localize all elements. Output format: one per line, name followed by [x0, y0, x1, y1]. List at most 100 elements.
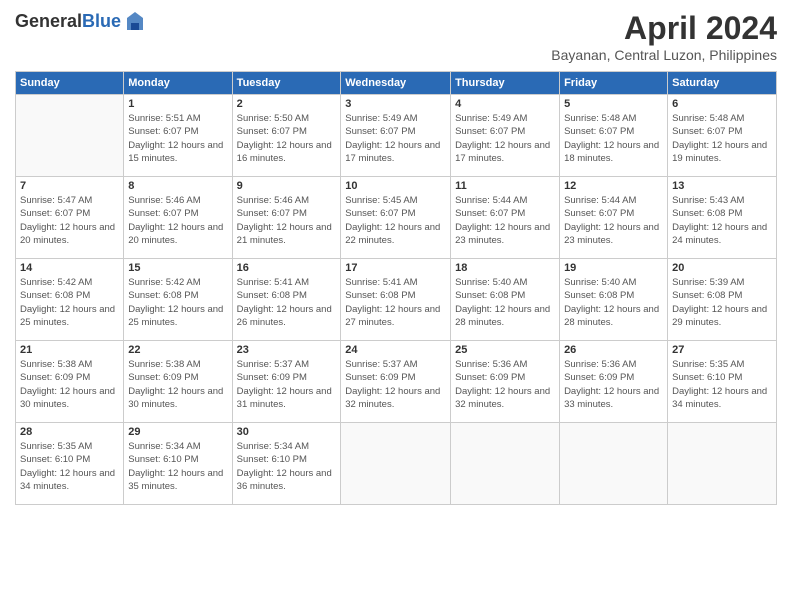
- day-number: 29: [128, 426, 227, 438]
- calendar-cell: 8 Sunrise: 5:46 AMSunset: 6:07 PMDaylight…: [124, 177, 232, 259]
- day-info: Sunrise: 5:37 AMSunset: 6:09 PMDaylight:…: [345, 358, 446, 411]
- calendar-cell: 4Sunrise: 5:49 AMSunset: 6:07 PMDaylight…: [451, 95, 560, 177]
- calendar-table: SundayMondayTuesdayWednesdayThursdayFrid…: [15, 71, 777, 505]
- day-info: Sunrise: 5:36 AMSunset: 6:09 PMDaylight:…: [564, 358, 663, 411]
- day-info: Sunrise: 5:42 AMSunset: 6:08 PMDaylight:…: [20, 276, 119, 329]
- column-header-wednesday: Wednesday: [341, 72, 451, 95]
- calendar-cell: 25 Sunrise: 5:36 AMSunset: 6:09 PMDayligh…: [451, 341, 560, 423]
- calendar-cell: 30 Sunrise: 5:34 AMSunset: 6:10 PMDayligh…: [232, 423, 341, 505]
- day-info: Sunrise: 5:34 AMSunset: 6:10 PMDaylight:…: [237, 440, 337, 493]
- day-number: 8: [128, 180, 227, 192]
- day-number: 17: [345, 262, 446, 274]
- week-row-4: 21 Sunrise: 5:38 AMSunset: 6:09 PMDayligh…: [16, 341, 777, 423]
- column-header-friday: Friday: [560, 72, 668, 95]
- day-info: Sunrise: 5:37 AMSunset: 6:09 PMDaylight:…: [237, 358, 337, 411]
- day-info: Sunrise: 5:38 AMSunset: 6:09 PMDaylight:…: [20, 358, 119, 411]
- calendar-cell: 5 Sunrise: 5:48 AMSunset: 6:07 PMDaylight…: [560, 95, 668, 177]
- day-number: 9: [237, 180, 337, 192]
- day-number: 19: [564, 262, 663, 274]
- calendar-cell: 26 Sunrise: 5:36 AMSunset: 6:09 PMDayligh…: [560, 341, 668, 423]
- column-header-saturday: Saturday: [668, 72, 777, 95]
- column-header-monday: Monday: [124, 72, 232, 95]
- calendar-cell: 15 Sunrise: 5:42 AMSunset: 6:08 PMDayligh…: [124, 259, 232, 341]
- calendar-cell: [451, 423, 560, 505]
- calendar-cell: 7Sunrise: 5:47 AMSunset: 6:07 PMDaylight…: [16, 177, 124, 259]
- day-number: 26: [564, 344, 663, 356]
- day-number: 18: [455, 262, 555, 274]
- day-info: Sunrise: 5:46 AMSunset: 6:07 PMDaylight:…: [128, 194, 227, 247]
- calendar-cell: [668, 423, 777, 505]
- day-number: 13: [672, 180, 772, 192]
- calendar-cell: 29Sunrise: 5:34 AMSunset: 6:10 PMDayligh…: [124, 423, 232, 505]
- calendar-cell: [341, 423, 451, 505]
- calendar-cell: 20Sunrise: 5:39 AMSunset: 6:08 PMDayligh…: [668, 259, 777, 341]
- day-info: Sunrise: 5:39 AMSunset: 6:08 PMDaylight:…: [672, 276, 772, 329]
- calendar-cell: 14 Sunrise: 5:42 AMSunset: 6:08 PMDayligh…: [16, 259, 124, 341]
- day-number: 10: [345, 180, 446, 192]
- day-number: 21: [20, 344, 119, 356]
- day-number: 12: [564, 180, 663, 192]
- page: GeneralBlue April 2024 Bayanan, Central …: [0, 0, 792, 612]
- day-number: 1: [128, 98, 227, 110]
- logo-general: General: [15, 11, 82, 31]
- calendar-cell: 3 Sunrise: 5:49 AMSunset: 6:07 PMDaylight…: [341, 95, 451, 177]
- calendar-cell: 17 Sunrise: 5:41 AMSunset: 6:08 PMDayligh…: [341, 259, 451, 341]
- calendar-cell: 22Sunrise: 5:38 AMSunset: 6:09 PMDayligh…: [124, 341, 232, 423]
- calendar-cell: 9 Sunrise: 5:46 AMSunset: 6:07 PMDaylight…: [232, 177, 341, 259]
- day-number: 28: [20, 426, 119, 438]
- day-info: Sunrise: 5:43 AMSunset: 6:08 PMDaylight:…: [672, 194, 772, 247]
- logo-text: GeneralBlue: [15, 12, 121, 32]
- day-info: Sunrise: 5:51 AMSunset: 6:07 PMDaylight:…: [128, 112, 227, 165]
- day-info: Sunrise: 5:45 AMSunset: 6:07 PMDaylight:…: [345, 194, 446, 247]
- day-number: 30: [237, 426, 337, 438]
- day-number: 2: [237, 98, 337, 110]
- calendar-cell: 13 Sunrise: 5:43 AMSunset: 6:08 PMDayligh…: [668, 177, 777, 259]
- logo-icon: [123, 10, 147, 34]
- calendar-cell: 24 Sunrise: 5:37 AMSunset: 6:09 PMDayligh…: [341, 341, 451, 423]
- day-info: Sunrise: 5:38 AMSunset: 6:09 PMDaylight:…: [128, 358, 227, 411]
- day-number: 27: [672, 344, 772, 356]
- day-info: Sunrise: 5:36 AMSunset: 6:09 PMDaylight:…: [455, 358, 555, 411]
- day-number: 5: [564, 98, 663, 110]
- header: GeneralBlue April 2024 Bayanan, Central …: [15, 10, 777, 63]
- day-info: Sunrise: 5:46 AMSunset: 6:07 PMDaylight:…: [237, 194, 337, 247]
- day-info: Sunrise: 5:48 AMSunset: 6:07 PMDaylight:…: [672, 112, 772, 165]
- day-info: Sunrise: 5:35 AMSunset: 6:10 PMDaylight:…: [20, 440, 119, 493]
- day-info: Sunrise: 5:35 AMSunset: 6:10 PMDaylight:…: [672, 358, 772, 411]
- week-row-1: 1 Sunrise: 5:51 AMSunset: 6:07 PMDaylight…: [16, 95, 777, 177]
- day-number: 24: [345, 344, 446, 356]
- calendar-cell: 27 Sunrise: 5:35 AMSunset: 6:10 PMDayligh…: [668, 341, 777, 423]
- calendar-cell: 10 Sunrise: 5:45 AMSunset: 6:07 PMDayligh…: [341, 177, 451, 259]
- day-number: 23: [237, 344, 337, 356]
- calendar-cell: 23 Sunrise: 5:37 AMSunset: 6:09 PMDayligh…: [232, 341, 341, 423]
- day-info: Sunrise: 5:49 AMSunset: 6:07 PMDaylight:…: [345, 112, 446, 165]
- day-number: 25: [455, 344, 555, 356]
- logo: GeneralBlue: [15, 10, 147, 34]
- day-number: 15: [128, 262, 227, 274]
- column-header-tuesday: Tuesday: [232, 72, 341, 95]
- day-number: 3: [345, 98, 446, 110]
- column-header-sunday: Sunday: [16, 72, 124, 95]
- day-info: Sunrise: 5:41 AMSunset: 6:08 PMDaylight:…: [345, 276, 446, 329]
- logo-blue: Blue: [82, 11, 121, 31]
- day-info: Sunrise: 5:40 AMSunset: 6:08 PMDaylight:…: [455, 276, 555, 329]
- day-info: Sunrise: 5:47 AMSunset: 6:07 PMDaylight:…: [20, 194, 119, 247]
- calendar-cell: 28 Sunrise: 5:35 AMSunset: 6:10 PMDayligh…: [16, 423, 124, 505]
- day-number: 16: [237, 262, 337, 274]
- calendar-cell: 1 Sunrise: 5:51 AMSunset: 6:07 PMDaylight…: [124, 95, 232, 177]
- calendar-cell: 21 Sunrise: 5:38 AMSunset: 6:09 PMDayligh…: [16, 341, 124, 423]
- day-info: Sunrise: 5:48 AMSunset: 6:07 PMDaylight:…: [564, 112, 663, 165]
- calendar-cell: 19 Sunrise: 5:40 AMSunset: 6:08 PMDayligh…: [560, 259, 668, 341]
- day-info: Sunrise: 5:41 AMSunset: 6:08 PMDaylight:…: [237, 276, 337, 329]
- day-info: Sunrise: 5:44 AMSunset: 6:07 PMDaylight:…: [564, 194, 663, 247]
- calendar-header-row: SundayMondayTuesdayWednesdayThursdayFrid…: [16, 72, 777, 95]
- calendar-cell: [16, 95, 124, 177]
- day-number: 14: [20, 262, 119, 274]
- day-number: 4: [455, 98, 555, 110]
- column-header-thursday: Thursday: [451, 72, 560, 95]
- day-info: Sunrise: 5:42 AMSunset: 6:08 PMDaylight:…: [128, 276, 227, 329]
- calendar-cell: 2Sunrise: 5:50 AMSunset: 6:07 PMDaylight…: [232, 95, 341, 177]
- calendar-cell: 6Sunrise: 5:48 AMSunset: 6:07 PMDaylight…: [668, 95, 777, 177]
- day-info: Sunrise: 5:40 AMSunset: 6:08 PMDaylight:…: [564, 276, 663, 329]
- week-row-2: 7Sunrise: 5:47 AMSunset: 6:07 PMDaylight…: [16, 177, 777, 259]
